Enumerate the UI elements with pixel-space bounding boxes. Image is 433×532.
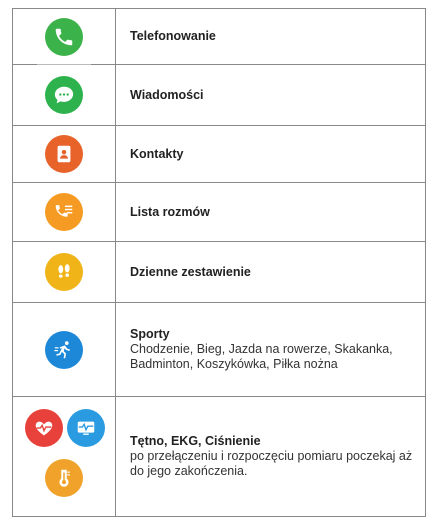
- text-cell: Dzienne zestawienie: [116, 242, 426, 302]
- text-cell: Kontakty: [116, 126, 426, 182]
- text-cell: Tętno, EKG, Ciśnienie po przełączeniu i …: [116, 397, 426, 516]
- icon-cell: [12, 65, 116, 125]
- heart-rate-icon: [25, 409, 63, 447]
- phone-icon: [45, 17, 83, 56]
- ecg-icon: [67, 409, 105, 447]
- row-title: Sporty: [130, 327, 170, 341]
- call-log-icon: [45, 193, 83, 231]
- row-title: Wiadomości: [130, 87, 204, 102]
- row-description: po przełączeniu i rozpoczęciu pomiaru po…: [130, 449, 413, 478]
- table-row: Dzienne zestawienie: [12, 242, 426, 303]
- table-row: Telefonowanie: [12, 9, 426, 65]
- feature-table: Telefonowanie Wiadomości Kontakty Lista …: [12, 8, 426, 517]
- row-title: Lista rozmów: [130, 204, 210, 219]
- table-row: Kontakty: [12, 126, 426, 183]
- icon-cell: [12, 183, 116, 241]
- blood-pressure-icon: [45, 459, 83, 497]
- row-title: Telefonowanie: [130, 29, 216, 43]
- text-cell: Wiadomości: [116, 65, 426, 125]
- icon-cell: [12, 242, 116, 302]
- text-cell: Sporty Chodzenie, Bieg, Jazda na rowerze…: [116, 303, 426, 396]
- text-cell: Telefonowanie: [116, 9, 426, 64]
- row-title: Dzienne zestawienie: [130, 264, 251, 279]
- table-row: Sporty Chodzenie, Bieg, Jazda na rowerze…: [12, 303, 426, 397]
- row-title: Kontakty: [130, 146, 184, 161]
- table-row: Wiadomości: [12, 65, 426, 126]
- icon-cell: [12, 126, 116, 182]
- row-title: Tętno, EKG, Ciśnienie: [130, 434, 261, 448]
- icon-cell: [12, 397, 116, 516]
- contacts-icon: [45, 135, 83, 173]
- table-row: Lista rozmów: [12, 183, 426, 242]
- running-icon: [45, 330, 83, 369]
- row-description: Chodzenie, Bieg, Jazda na rowerze, Skaka…: [130, 342, 393, 371]
- icon-cell: [12, 9, 116, 65]
- message-icon: [45, 76, 83, 114]
- table-row: Tętno, EKG, Ciśnienie po przełączeniu i …: [12, 397, 426, 517]
- icon-cell: [12, 303, 116, 396]
- text-cell: Lista rozmów: [116, 183, 426, 241]
- footsteps-icon: [45, 253, 83, 291]
